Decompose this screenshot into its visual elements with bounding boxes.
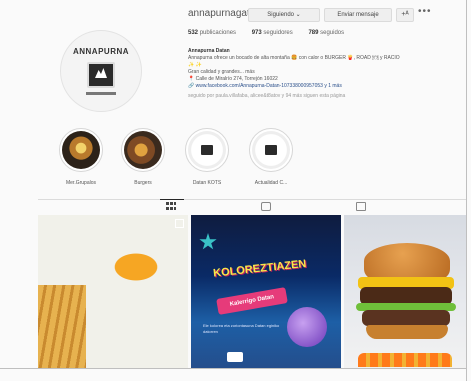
logo-underline bbox=[86, 92, 116, 95]
burger-bun-top bbox=[364, 243, 450, 279]
food-highlight-icon bbox=[62, 131, 100, 169]
profile-bio: Annapurna Datan Annapurna ofrece un boca… bbox=[188, 48, 463, 100]
bio-line: ✨ ✨ bbox=[188, 62, 202, 68]
highlight-item[interactable]: Burgers bbox=[120, 128, 166, 186]
bio-line[interactable]: Gran calidad y grandes... más bbox=[188, 69, 463, 76]
followers-stat[interactable]: 973 seguidores bbox=[252, 30, 293, 36]
window-edge bbox=[466, 0, 467, 381]
following-label: seguidos bbox=[320, 30, 345, 36]
followed-by-text[interactable]: seguido por paula.villafaba, alicee&t8at… bbox=[188, 93, 463, 100]
reels-icon[interactable] bbox=[261, 202, 271, 211]
tabs-divider bbox=[38, 199, 466, 200]
brand-logo-icon bbox=[201, 145, 213, 155]
following-stat[interactable]: 789 seguidos bbox=[308, 30, 344, 36]
highlight-label: Actualidad C... bbox=[254, 180, 288, 186]
bio-link[interactable]: 🔗 www.facebook.com/Annapurna-Datan-10733… bbox=[188, 83, 463, 90]
brand-logo-icon bbox=[87, 62, 115, 88]
highlight-label: Mer.Grupalos bbox=[65, 180, 96, 186]
window-edge bbox=[0, 368, 466, 369]
fire-decoration-icon bbox=[358, 353, 452, 367]
poster-caption: Ele kolorea eta zoriontasuna Datan egini… bbox=[203, 323, 280, 334]
highlight-item[interactable]: Actualidad C... bbox=[248, 128, 294, 186]
profile-page: ANNAPURNA annapurnagatoo Siguiendo ⌄ Env… bbox=[0, 0, 471, 381]
poster-title: KOLOREZTIAZEN bbox=[212, 257, 307, 280]
bio-address: 📍 Calle de Miralrío 274, Torrejón 16022 bbox=[188, 76, 278, 82]
highlight-label: Burgers bbox=[134, 180, 152, 186]
grid-icon[interactable] bbox=[166, 202, 176, 210]
star-decoration-icon bbox=[199, 233, 217, 250]
carousel-icon bbox=[175, 219, 184, 228]
posts-label: publicaciones bbox=[199, 30, 237, 36]
highlight-ring bbox=[121, 128, 165, 172]
avatar-brand-text: ANNAPURNA bbox=[72, 47, 130, 56]
following-count: 789 bbox=[308, 30, 319, 36]
highlight-item[interactable]: Datan KOTS bbox=[184, 128, 230, 186]
bio-line: Annapurna ofrece un bocado de alta monta… bbox=[188, 55, 400, 61]
posts-count: 532 bbox=[188, 30, 199, 36]
posts-stat[interactable]: 532 publicaciones bbox=[188, 30, 236, 36]
logo-highlight-icon bbox=[252, 131, 290, 169]
poster-ribbon: Kalerrigo Datan bbox=[216, 287, 288, 315]
post-thumbnail[interactable]: KOLOREZTIAZEN Kalerrigo Datan Ele kolore… bbox=[191, 215, 341, 368]
followers-count: 973 bbox=[251, 30, 262, 36]
post-thumbnail[interactable] bbox=[38, 215, 188, 368]
fries-image bbox=[38, 285, 86, 368]
highlight-ring bbox=[59, 128, 103, 172]
logo-highlight-icon bbox=[188, 131, 226, 169]
poster-logo-icon bbox=[227, 352, 243, 362]
display-name: Annapurna Datan bbox=[188, 48, 230, 54]
burger-bun-bottom bbox=[366, 325, 448, 339]
food-highlight-icon bbox=[124, 131, 162, 169]
highlight-ring bbox=[185, 128, 229, 172]
poster-ribbon-text: Kalerrigo Datan bbox=[229, 294, 275, 308]
suggest-people-button[interactable]: +ᴬ bbox=[396, 8, 414, 22]
tagged-icon[interactable] bbox=[356, 202, 366, 211]
highlight-ring bbox=[249, 128, 293, 172]
post-thumbnail[interactable] bbox=[344, 215, 466, 368]
more-options-icon[interactable]: ••• bbox=[418, 6, 432, 17]
followers-label: seguidores bbox=[263, 30, 293, 36]
brand-logo-icon bbox=[265, 145, 277, 155]
highlight-label: Datan KOTS bbox=[192, 180, 222, 186]
send-message-button[interactable]: Enviar mensaje bbox=[324, 8, 392, 22]
active-tab-indicator bbox=[160, 199, 184, 200]
following-button[interactable]: Siguiendo ⌄ bbox=[248, 8, 320, 22]
burger-patty bbox=[362, 310, 450, 326]
highlight-item[interactable]: Mer.Grupalos bbox=[58, 128, 104, 186]
profile-stats: 532 publicaciones 973 seguidores 789 seg… bbox=[188, 30, 358, 36]
globe-decoration-icon bbox=[287, 307, 327, 347]
profile-avatar[interactable]: ANNAPURNA bbox=[60, 30, 142, 112]
